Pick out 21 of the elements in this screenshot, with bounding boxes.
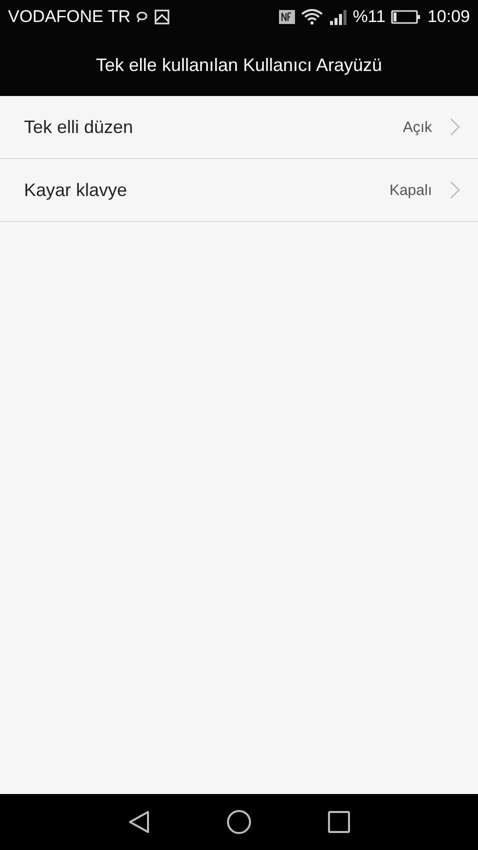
chevron-right-icon [450,181,460,199]
clock-time: 10:09 [427,7,470,27]
wifi-icon [300,9,323,25]
recent-apps-icon[interactable] [328,811,350,833]
home-icon[interactable] [226,809,252,835]
carrier-name: VODAFONE TR [8,7,130,27]
back-icon[interactable] [128,810,150,834]
setting-label: Tek elli düzen [24,116,134,138]
setting-value: Kapalı [389,182,432,198]
setting-value: Açık [402,118,432,136]
image-icon [154,9,170,25]
settings-row[interactable]: Tek elli düzen Açık [0,96,478,159]
setting-label: Kayar klavye [24,180,128,200]
chevron-right-icon [450,118,460,136]
nfc-icon [278,10,295,24]
screen-title: Tek elle kullanılan Kullanıcı Arayüzü [96,54,382,76]
battery-icon [391,9,422,25]
battery-percent: %11 [352,7,386,27]
settings-row[interactable]: Kayar klavye Kapalı [0,159,478,222]
chat-bubble-icon [136,11,148,23]
signal-icon [328,9,347,25]
